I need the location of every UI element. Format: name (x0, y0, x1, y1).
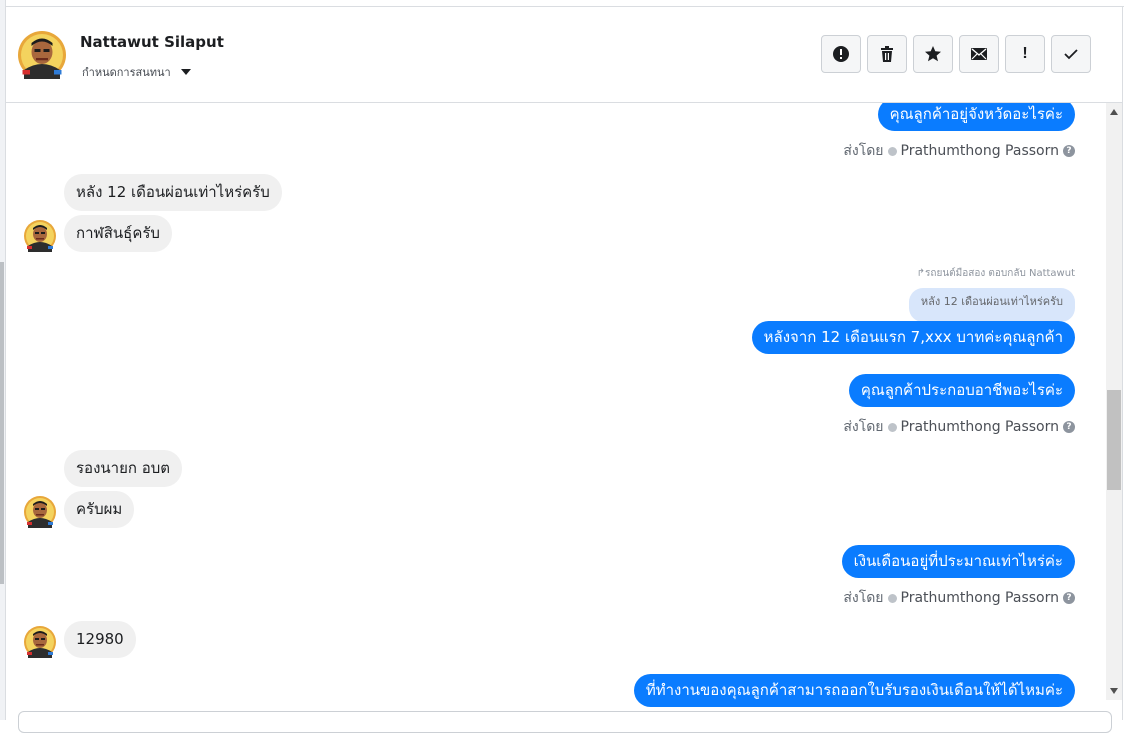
mark-spam-button[interactable] (821, 35, 861, 73)
thread-scrollbar[interactable] (1106, 103, 1122, 700)
sent-by-line: ส่งโดย Prathumthong Passorn ? (843, 416, 1075, 438)
header-toolbar: ! (821, 35, 1091, 73)
exclamation-icon: ! (1022, 45, 1028, 62)
verified-icon (887, 593, 897, 603)
follow-up-button[interactable]: ! (1005, 35, 1045, 73)
reply-arrow-icon: ↱ (916, 268, 926, 279)
right-divider (1122, 6, 1123, 720)
incoming-message[interactable]: หลัง 12 เดือนผ่อนเท่าไหร่ครับ (64, 174, 282, 211)
scrollbar-thumb[interactable] (1107, 390, 1121, 490)
help-icon[interactable]: ? (1063, 145, 1075, 157)
reply-note: ↱รถยนต์มือสอง ตอบกลับ Nattawut (916, 268, 1075, 279)
outgoing-message[interactable]: คุณลูกค้าประกอบอาชีพอะไรค่ะ (848, 374, 1075, 407)
scroll-up-arrow-icon[interactable] (1110, 109, 1118, 115)
message-composer[interactable] (18, 711, 1112, 733)
contact-name[interactable]: Nattawut Silaput (80, 33, 224, 51)
help-icon[interactable]: ? (1063, 421, 1075, 433)
incoming-message[interactable]: ครับผม (64, 491, 135, 528)
delete-button[interactable] (867, 35, 907, 73)
outgoing-message[interactable]: ที่ทำงานของคุณลูกค้าสามารถออกใบรับรองเงิ… (633, 674, 1075, 707)
sent-by-line: ส่งโดย Prathumthong Passorn ? (843, 587, 1075, 609)
caret-down-icon (180, 69, 191, 75)
quoted-message: หลัง 12 เดือนผ่อนเท่าไหร่ครับ (908, 288, 1075, 322)
contact-avatar-small (24, 496, 56, 528)
star-button[interactable] (913, 35, 953, 73)
sent-by-prefix: ส่งโดย (843, 419, 884, 435)
contact-avatar-small (24, 220, 56, 252)
left-scrollbar-thumb[interactable] (0, 262, 4, 584)
mark-unread-button[interactable] (959, 35, 999, 73)
sent-by-prefix: ส่งโดย (843, 143, 884, 159)
incoming-message[interactable]: 12980 (64, 621, 136, 658)
conversation-header: Nattawut Silaput กำหนดการสนทนา ! (6, 7, 1122, 103)
sent-by-prefix: ส่งโดย (843, 590, 884, 606)
envelope-icon (971, 48, 987, 60)
outgoing-message[interactable]: หลังจาก 12 เดือนแรก 7,xxx บาทค่ะคุณลูกค้… (751, 321, 1075, 354)
help-icon[interactable]: ? (1063, 592, 1075, 604)
mark-done-button[interactable] (1051, 35, 1091, 73)
sent-by-line: ส่งโดย Prathumthong Passorn ? (843, 140, 1075, 162)
scroll-down-arrow-icon[interactable] (1110, 688, 1118, 694)
outgoing-message[interactable]: คุณลูกค้าอยู่จังหวัดอะไรค่ะ (877, 103, 1075, 131)
verified-icon (887, 146, 897, 156)
contact-avatar[interactable] (18, 31, 66, 79)
conversation-settings-label: กำหนดการสนทนา (82, 66, 171, 79)
incoming-message[interactable]: รองนายก อบต (64, 450, 182, 487)
star-icon (925, 46, 941, 62)
agent-name[interactable]: Prathumthong Passorn (901, 419, 1059, 435)
agent-name[interactable]: Prathumthong Passorn (901, 590, 1059, 606)
message-thread: คุณลูกค้าอยู่จังหวัดอะไรค่ะ ส่งโดย Prath… (6, 103, 1106, 708)
verified-icon (887, 422, 897, 432)
incoming-message[interactable]: กาฬสินธุ์ครับ (64, 215, 172, 252)
check-icon (1064, 49, 1078, 60)
outgoing-message[interactable]: เงินเดือนอยู่ที่ประมาณเท่าไหร่ค่ะ (841, 545, 1075, 578)
conversation-settings-dropdown[interactable]: กำหนดการสนทนา (82, 63, 191, 81)
contact-avatar-small (24, 626, 56, 658)
trash-icon (881, 46, 893, 62)
alert-circle-icon (833, 46, 849, 62)
agent-name[interactable]: Prathumthong Passorn (901, 143, 1059, 159)
